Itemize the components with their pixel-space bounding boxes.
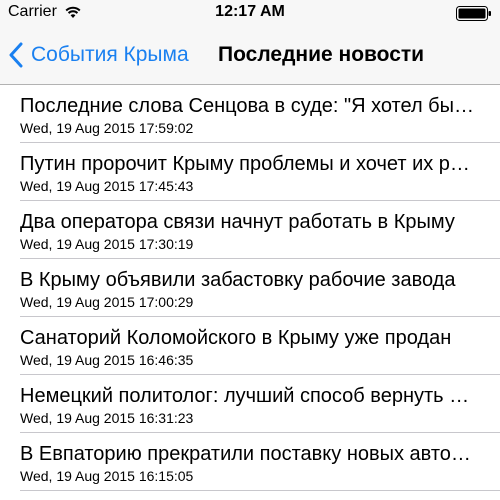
news-list-item[interactable]: В Евпаторию прекратили поставку новых ав… bbox=[0, 433, 500, 491]
news-list-item[interactable]: В Крыму объявили забастовку рабочие заво… bbox=[0, 259, 500, 317]
news-title: В Евпаторию прекратили поставку новых ав… bbox=[20, 443, 476, 465]
row-separator bbox=[20, 490, 500, 491]
news-list-item[interactable]: Санаторий Коломойского в Крыму уже прода… bbox=[0, 317, 500, 375]
news-date: Wed, 19 Aug 2015 16:15:05 bbox=[20, 468, 194, 484]
news-list: Последние слова Сенцова в суде: "Я хотел… bbox=[0, 85, 500, 491]
news-list-item[interactable]: Последние слова Сенцова в суде: "Я хотел… bbox=[0, 85, 500, 143]
news-date: Wed, 19 Aug 2015 17:59:02 bbox=[20, 120, 194, 136]
news-title: Два оператора связи начнут работать в Кр… bbox=[20, 211, 455, 233]
battery-full-icon bbox=[456, 6, 491, 21]
chevron-left-icon bbox=[9, 42, 23, 68]
news-list-item[interactable]: Немецкий политолог: лучший способ вернут… bbox=[0, 375, 500, 433]
news-title: В Крыму объявили забастовку рабочие заво… bbox=[20, 269, 456, 291]
status-time: 12:17 AM bbox=[215, 3, 285, 20]
news-date: Wed, 19 Aug 2015 17:00:29 bbox=[20, 294, 194, 310]
news-title: Путин пророчит Крыму проблемы и хочет их… bbox=[20, 153, 476, 175]
news-date: Wed, 19 Aug 2015 16:31:23 bbox=[20, 410, 194, 426]
news-title: Санаторий Коломойского в Крыму уже прода… bbox=[20, 327, 452, 349]
news-list-item[interactable]: Путин пророчит Крыму проблемы и хочет их… bbox=[0, 143, 500, 201]
news-title: Немецкий политолог: лучший способ вернут… bbox=[20, 385, 476, 407]
page-title: Последние новости bbox=[218, 43, 425, 66]
news-title: Последние слова Сенцова в суде: "Я хотел… bbox=[20, 95, 476, 117]
news-list-item[interactable]: Два оператора связи начнут работать в Кр… bbox=[0, 201, 500, 259]
news-date: Wed, 19 Aug 2015 17:45:43 bbox=[20, 178, 194, 194]
app-screen: Carrier 12:17 AM События Крыма Последние… bbox=[0, 0, 500, 500]
status-bar: Carrier 12:17 AM bbox=[0, 0, 500, 28]
back-button[interactable]: События Крыма bbox=[8, 40, 189, 70]
news-date: Wed, 19 Aug 2015 17:30:19 bbox=[20, 236, 194, 252]
navigation-bar: События Крыма Последние новости bbox=[0, 28, 500, 85]
news-date: Wed, 19 Aug 2015 16:46:35 bbox=[20, 352, 194, 368]
back-button-label: События Крыма bbox=[31, 43, 189, 66]
